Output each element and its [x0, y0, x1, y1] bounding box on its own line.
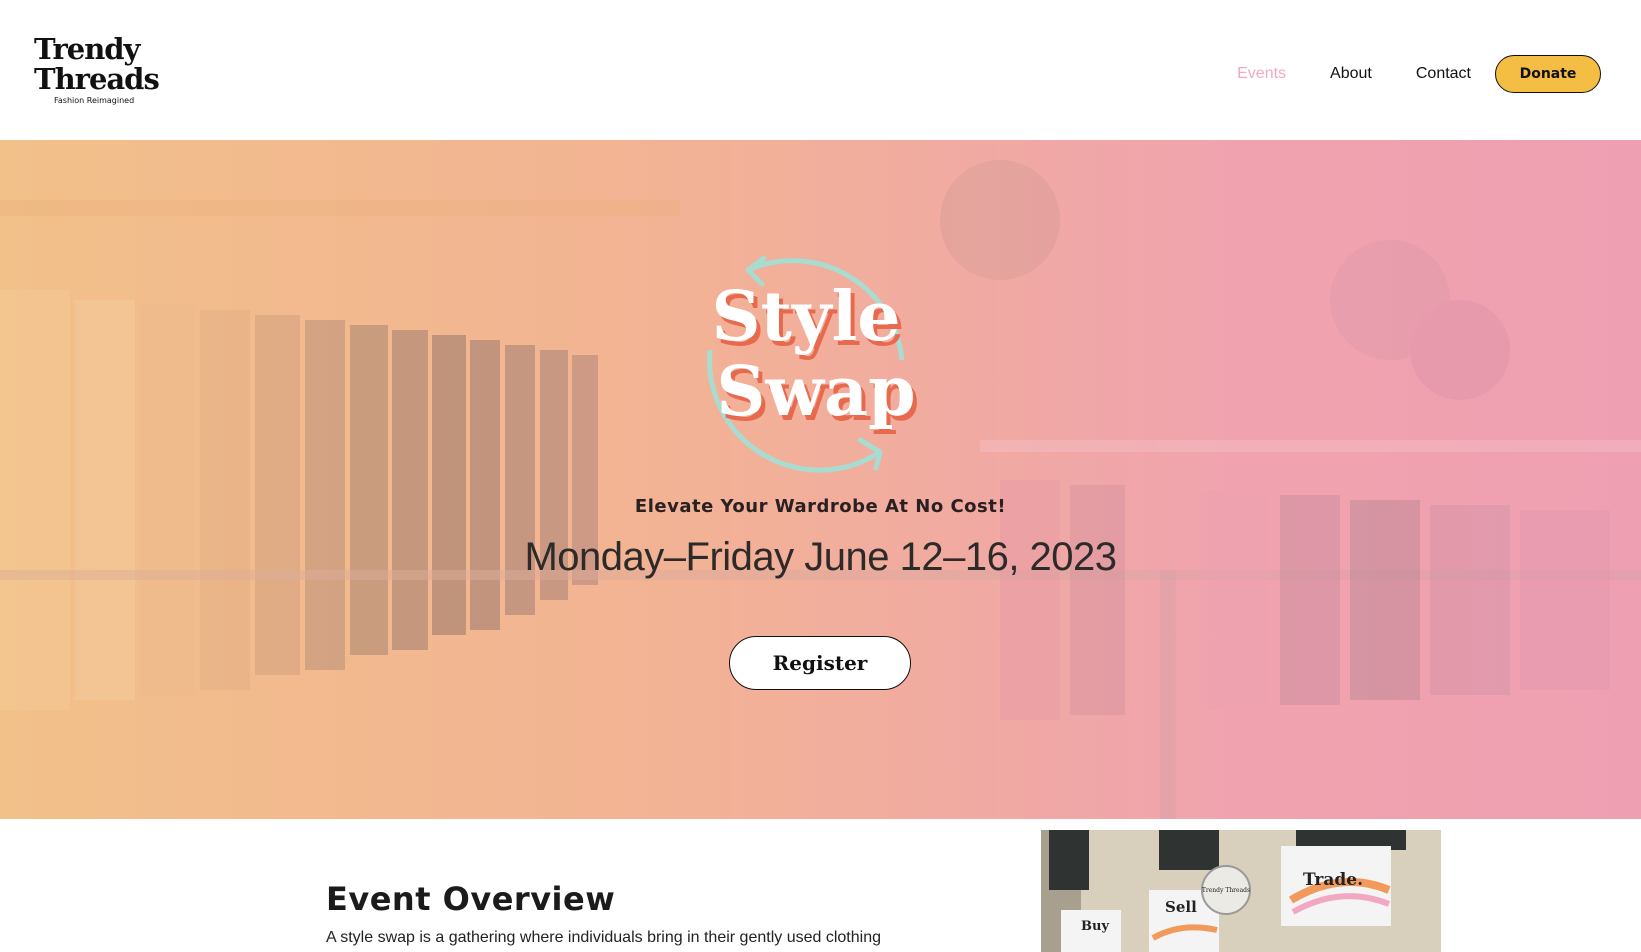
nav-link-contact[interactable]: Contact: [1416, 56, 1471, 92]
brand-name-line2: Threads: [34, 62, 160, 96]
event-overview-text: A style swap is a gathering where indivi…: [326, 929, 881, 946]
sign-sell: Sell: [1165, 898, 1197, 916]
main-nav: Events About Contact Donate: [1193, 55, 1601, 93]
event-dates: Monday–Friday June 12–16, 2023: [524, 535, 1117, 579]
donate-button[interactable]: Donate: [1495, 55, 1601, 93]
sign-trade: Trade.: [1303, 870, 1363, 890]
sign-round-logo: Trendy Threads: [1202, 887, 1250, 894]
register-button[interactable]: Register: [729, 636, 911, 690]
storefront-image: Buy Sell Trade. Trendy Threads: [1041, 830, 1441, 952]
sign-buy: Buy: [1081, 919, 1109, 934]
nav-link-events[interactable]: Events: [1237, 56, 1286, 92]
nav-link-about[interactable]: About: [1330, 56, 1372, 92]
event-overview-heading: Event Overview: [326, 880, 616, 918]
hero-tagline: Elevate Your Wardrobe At No Cost!: [634, 496, 1007, 517]
brand-tagline: Fashion Reimagined: [54, 96, 135, 105]
brand-name-line1: Trendy: [34, 32, 140, 66]
storefront-photo: Buy Sell Trade. Trendy Threads: [1041, 830, 1441, 952]
badge-word-swap: Swap: [716, 352, 915, 432]
badge-word-style: Style: [711, 277, 900, 357]
hero-content: Style Style Swap Swap Elevate Your Wardr…: [0, 140, 1641, 819]
site-header: Trendy Threads Fashion Reimagined Events…: [0, 0, 1641, 140]
hero-banner: Style Style Swap Swap Elevate Your Wardr…: [0, 140, 1641, 819]
brand-logo[interactable]: Trendy Threads Fashion Reimagined: [34, 34, 164, 114]
style-swap-badge: Style Style Swap Swap: [707, 255, 920, 473]
